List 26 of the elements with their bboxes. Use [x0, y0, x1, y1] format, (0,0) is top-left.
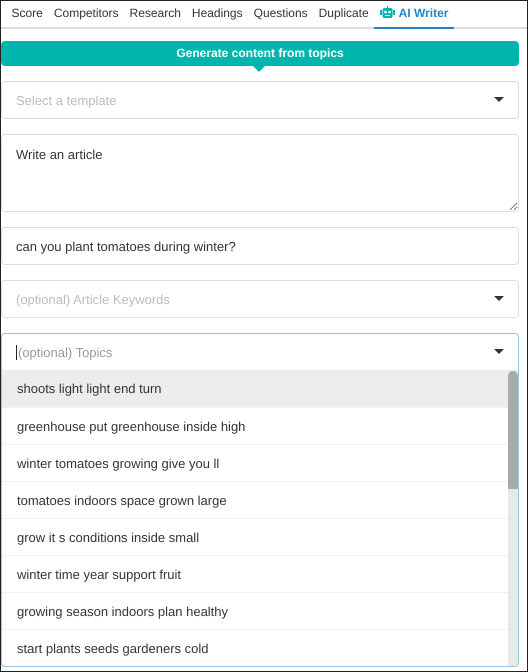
scroll-thumb[interactable] — [508, 371, 518, 489]
tab[interactable]: Questions — [248, 1, 314, 29]
tab[interactable]: Competitors — [48, 1, 124, 29]
topic-option[interactable]: growing season indoors plan healthy — [2, 592, 508, 629]
topic-option[interactable]: greenhouse put greenhouse inside high — [2, 407, 508, 444]
topic-option[interactable]: winter tomatoes growing give you ll — [2, 444, 508, 481]
tab[interactable]: Duplicate — [313, 1, 374, 29]
scrollbar[interactable] — [508, 370, 518, 666]
caret-icon — [494, 349, 504, 355]
tab[interactable]: AI Writer — [374, 1, 454, 29]
pointer-icon — [253, 66, 265, 72]
question-field[interactable]: can you plant tomatoes during winter? — [1, 227, 519, 265]
caret-icon — [494, 97, 504, 103]
topic-option[interactable]: winter time year support fruit — [2, 555, 508, 592]
topic-option[interactable]: tomatoes indoors space grown large — [2, 481, 508, 518]
topic-option[interactable]: start plants seeds gardeners cold — [2, 629, 508, 666]
robot-icon — [380, 6, 395, 18]
topic-option[interactable]: shoots light light end turn — [2, 370, 508, 407]
tab[interactable]: Headings — [186, 1, 248, 29]
topic-option[interactable]: grow it s conditions inside small — [2, 518, 508, 555]
caret-icon — [494, 296, 504, 302]
placeholder-text: (optional) Topics — [16, 344, 112, 360]
tab[interactable]: Score — [6, 1, 48, 29]
prompt-field[interactable]: Write an article — [1, 134, 519, 212]
banner-label: Generate content from topics — [1, 41, 519, 66]
tab[interactable]: Research — [124, 1, 186, 29]
